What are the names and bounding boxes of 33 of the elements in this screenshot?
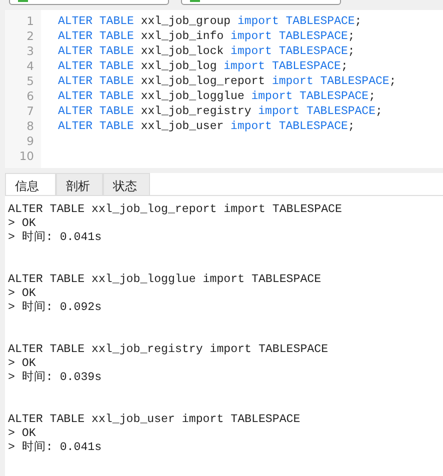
result-line: > 时间: 0.092s bbox=[8, 301, 102, 315]
line-number: 8 bbox=[26, 119, 35, 134]
line-number: 6 bbox=[26, 89, 35, 104]
result-line: > OK bbox=[8, 217, 36, 230]
code-line: ALTER TABLE xxl_job_user import TABLESPACE; bbox=[58, 119, 355, 134]
code-line: ALTER TABLE xxl_job_lock import TABLESPACE; bbox=[58, 44, 355, 59]
result-line: > OK bbox=[8, 357, 36, 370]
result-line: > OK bbox=[8, 287, 36, 300]
result-line: > OK bbox=[8, 427, 36, 440]
tab[interactable]: 剖析 bbox=[56, 173, 103, 195]
result-line: > 时间: 0.041s bbox=[8, 231, 102, 245]
line-number: 2 bbox=[26, 29, 35, 44]
line-number: 7 bbox=[26, 104, 35, 119]
tab[interactable]: 信息 bbox=[5, 173, 56, 195]
code-line: ALTER TABLE xxl_job_info import TABLESPACE; bbox=[58, 29, 355, 44]
line-number: 5 bbox=[26, 74, 35, 89]
line-number: 9 bbox=[26, 134, 35, 149]
code-line: ALTER TABLE xxl_job_registry import TABLESPACE; bbox=[58, 104, 382, 119]
line-number: 1 bbox=[26, 14, 35, 29]
sql-statement: ALTER TABLE xxl_job_logglue import TABLESPACE bbox=[8, 273, 322, 287]
result-line: > 时间: 0.041s bbox=[8, 441, 102, 455]
line-number: 4 bbox=[26, 59, 35, 74]
sql-statement: ALTER TABLE xxl_job_registry import TABLESPACE bbox=[8, 343, 328, 357]
code-line: ALTER TABLE xxl_job_log_report import TABLESPACE; bbox=[58, 74, 396, 89]
code-line: ALTER TABLE xxl_job_group import TABLESPACE; bbox=[58, 14, 362, 29]
code-line: ALTER TABLE xxl_job_logglue import TABLESPACE; bbox=[58, 89, 376, 104]
sql-statement: ALTER TABLE xxl_job_log_report import TABLESPACE bbox=[8, 203, 342, 217]
code-line: ALTER TABLE xxl_job_log import TABLESPACE; bbox=[58, 59, 348, 74]
tab[interactable]: 状态 bbox=[103, 173, 150, 195]
sql-statement: ALTER TABLE xxl_job_user import TABLESPACE bbox=[8, 413, 300, 427]
line-number: 3 bbox=[26, 44, 35, 59]
line-number: 10 bbox=[18, 149, 35, 164]
result-line: > 时间: 0.039s bbox=[8, 371, 102, 385]
